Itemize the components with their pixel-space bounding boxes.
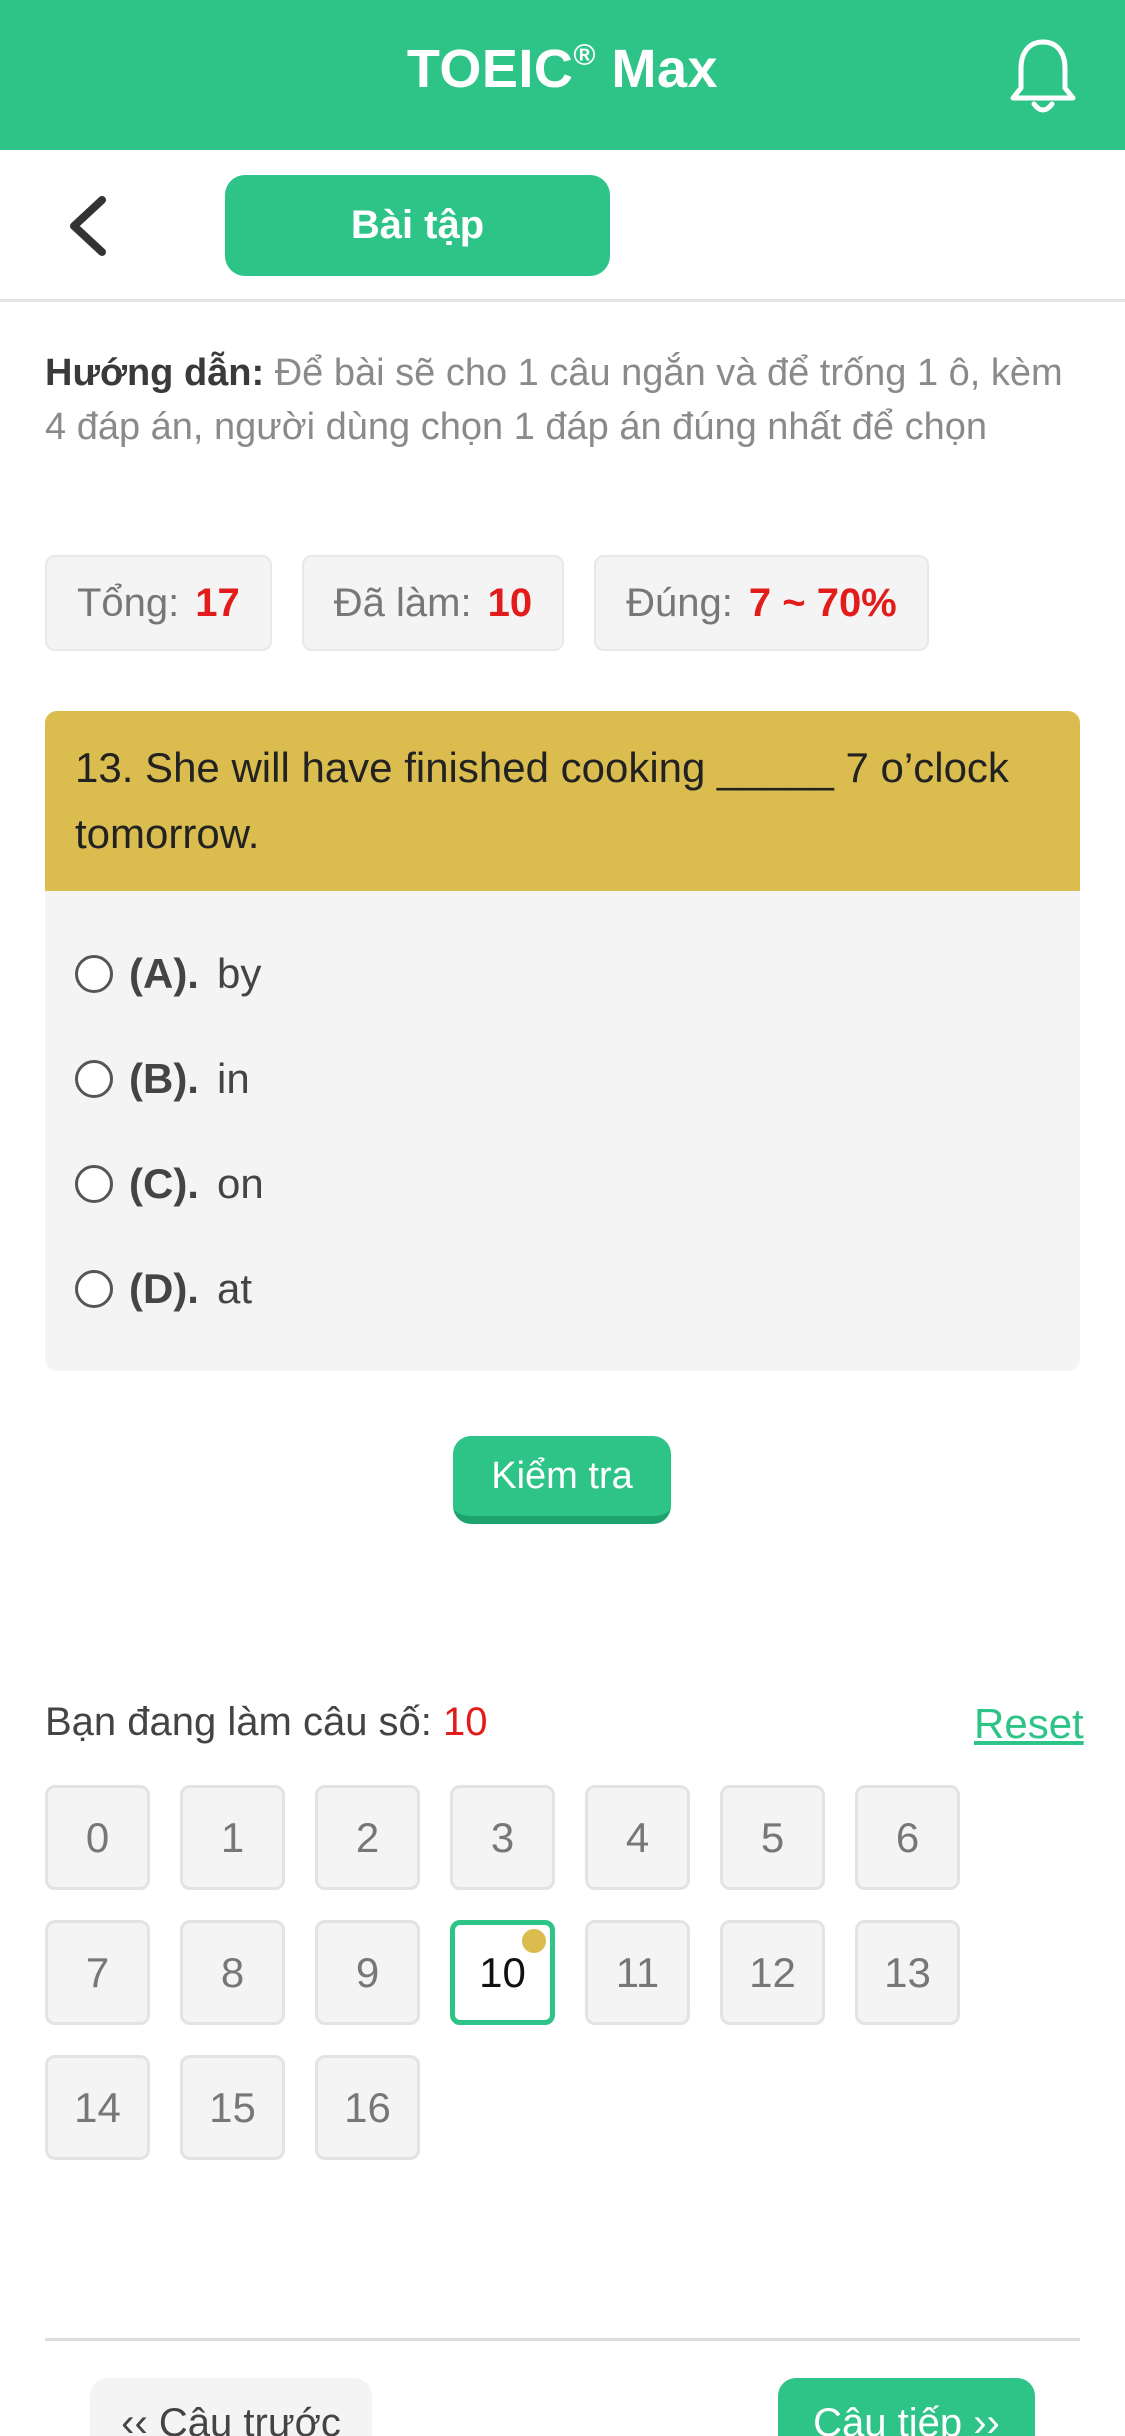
question-number-button[interactable]: 9 — [315, 1920, 420, 2025]
question-number-button[interactable]: 4 — [585, 1785, 690, 1890]
question-number-button[interactable]: 14 — [45, 2055, 150, 2160]
instructions: Hướng dẫn: Để bài sẽ cho 1 câu ngắn và đ… — [45, 346, 1085, 454]
question-number-button[interactable]: 2 — [315, 1785, 420, 1890]
question-number-button[interactable]: 5 — [720, 1785, 825, 1890]
question-number-button[interactable]: 12 — [720, 1920, 825, 2025]
question-number-button[interactable]: 13 — [855, 1920, 960, 2025]
question-card: 13. She will have finished cooking _____… — [45, 711, 1080, 1371]
question-number-button-active[interactable]: 10 — [450, 1920, 555, 2025]
question-number-button[interactable]: 16 — [315, 2055, 420, 2160]
radio-button[interactable] — [75, 1060, 113, 1098]
chevron-left-icon[interactable] — [58, 194, 118, 258]
option-d[interactable]: (D). at — [75, 1259, 252, 1319]
question-number-button[interactable]: 0 — [45, 1785, 150, 1890]
previous-question-button[interactable]: ‹‹ Câu trước — [90, 2378, 372, 2436]
radio-button[interactable] — [75, 955, 113, 993]
question-number-button[interactable]: 1 — [180, 1785, 285, 1890]
stats-row: Tổng: 17 Đã làm: 10 Đúng: 7 ~ 70% — [45, 555, 929, 651]
app-title: TOEIC® Max — [406, 39, 719, 99]
tab-exercises[interactable]: Bài tập — [225, 175, 610, 276]
stat-done: Đã làm: 10 — [301, 555, 565, 651]
bell-icon[interactable] — [1008, 36, 1078, 116]
option-c[interactable]: (C). on — [75, 1154, 264, 1214]
stat-total: Tổng: 17 — [45, 555, 272, 651]
app-bar: TOEIC® Max — [0, 0, 1125, 150]
stat-correct: Đúng: 7 ~ 70% — [594, 555, 929, 651]
question-number-button[interactable]: 15 — [180, 2055, 285, 2160]
next-question-button[interactable]: Câu tiếp ›› — [778, 2378, 1035, 2436]
reset-link[interactable]: Reset — [974, 1700, 1084, 1748]
question-number-button[interactable]: 7 — [45, 1920, 150, 2025]
question-text: 13. She will have finished cooking _____… — [45, 711, 1080, 891]
radio-button[interactable] — [75, 1270, 113, 1308]
question-number-button[interactable]: 11 — [585, 1920, 690, 2025]
instructions-label: Hướng dẫn: — [45, 352, 265, 394]
current-dot-icon — [522, 1929, 546, 1953]
radio-button[interactable] — [75, 1165, 113, 1203]
option-a[interactable]: (A). by — [75, 944, 261, 1004]
question-number-button[interactable]: 3 — [450, 1785, 555, 1890]
divider — [45, 2338, 1080, 2341]
question-number-button[interactable]: 6 — [855, 1785, 960, 1890]
sub-header: Bài tập — [0, 150, 1125, 302]
check-button[interactable]: Kiểm tra — [453, 1436, 671, 1524]
question-number-button[interactable]: 8 — [180, 1920, 285, 2025]
option-b[interactable]: (B). in — [75, 1049, 250, 1109]
current-question-indicator: Bạn đang làm câu số: 10 — [45, 1700, 488, 1744]
